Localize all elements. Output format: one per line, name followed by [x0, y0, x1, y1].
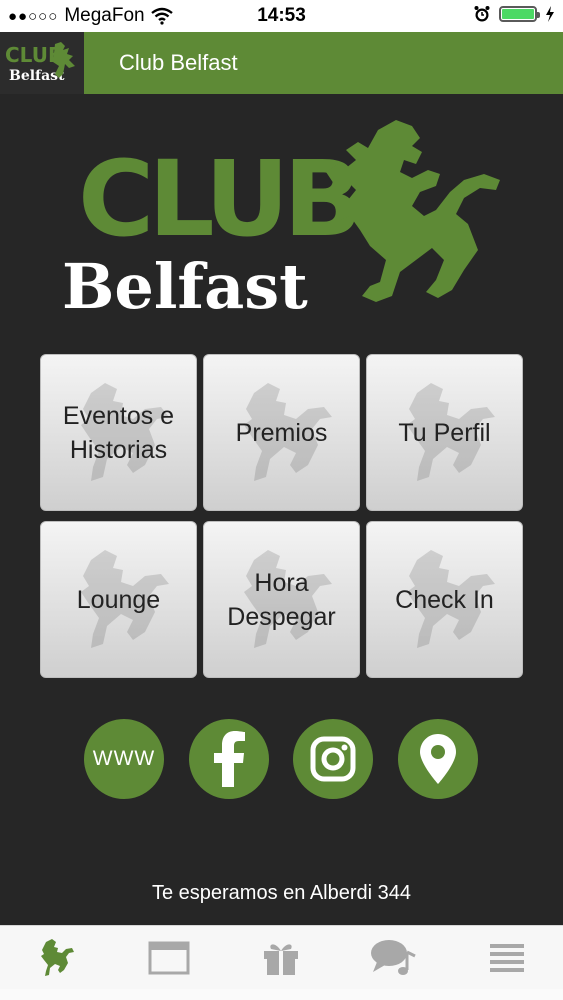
menu-grid: Eventos e Historias Premios Tu Perfil Lo… [40, 354, 524, 678]
status-bar: ●●○○○ MegaFon 14:53 [0, 0, 563, 32]
logo-word-belfast: Belfast [62, 250, 308, 320]
app-header: CLUB Belfast Club Belfast [0, 32, 563, 94]
battery-icon [499, 6, 540, 22]
website-button[interactable]: WWW [84, 719, 164, 799]
tab-chat-music[interactable] [359, 930, 429, 986]
club-belfast-small-logo-icon: CLUB Belfast [5, 42, 75, 84]
menu-lines-icon [489, 944, 524, 972]
alarm-clock-icon [474, 6, 490, 22]
tile-lounge[interactable]: Lounge [40, 521, 197, 678]
tile-label: Tu Perfil [398, 418, 491, 447]
instagram-button[interactable] [293, 719, 374, 799]
instagram-icon [310, 736, 356, 782]
bottom-edge [0, 989, 563, 1000]
tile-label: Lounge [76, 585, 161, 614]
header-logo[interactable]: CLUB Belfast [0, 32, 84, 94]
tile-premios[interactable]: Premios [203, 354, 360, 511]
location-button[interactable] [397, 719, 478, 799]
www-label: WWW [92, 747, 156, 770]
tab-gifts[interactable] [246, 930, 316, 986]
tab-bar [0, 925, 563, 990]
status-right [473, 5, 555, 23]
tile-hora-despegar[interactable]: Hora Despegar [203, 521, 360, 678]
facebook-icon [213, 731, 245, 787]
tab-browser[interactable] [134, 930, 204, 986]
facebook-button[interactable] [188, 719, 269, 799]
tile-label: Hora Despegar [227, 568, 336, 631]
tile-eventos-historias[interactable]: Eventos e Historias [40, 354, 197, 511]
social-links: WWW [84, 719, 478, 799]
header-bar: Club Belfast [84, 32, 563, 94]
gift-icon [264, 944, 299, 975]
tile-check-in[interactable]: Check In [366, 521, 523, 678]
svg-text:Belfast: Belfast [9, 68, 65, 84]
chat-music-icon [371, 940, 416, 975]
page-title: Club Belfast [119, 50, 238, 75]
tile-label: Eventos e Historias [62, 401, 175, 464]
tile-tu-perfil[interactable]: Tu Perfil [366, 354, 523, 511]
browser-window-icon [148, 941, 190, 975]
tile-label: Premios [235, 418, 328, 447]
tab-menu[interactable] [472, 930, 542, 986]
charging-bolt-icon [546, 6, 554, 22]
logo-word-club: CLUB [78, 138, 357, 260]
club-belfast-logo: CLUB Belfast [62, 120, 500, 320]
lion-icon [41, 939, 75, 976]
tile-label: Check In [395, 585, 494, 614]
tab-home[interactable] [21, 930, 91, 986]
map-pin-icon [419, 734, 456, 784]
address-text: Te esperamos en Alberdi 344 [151, 882, 412, 904]
lion-rampant-icon [326, 120, 500, 302]
